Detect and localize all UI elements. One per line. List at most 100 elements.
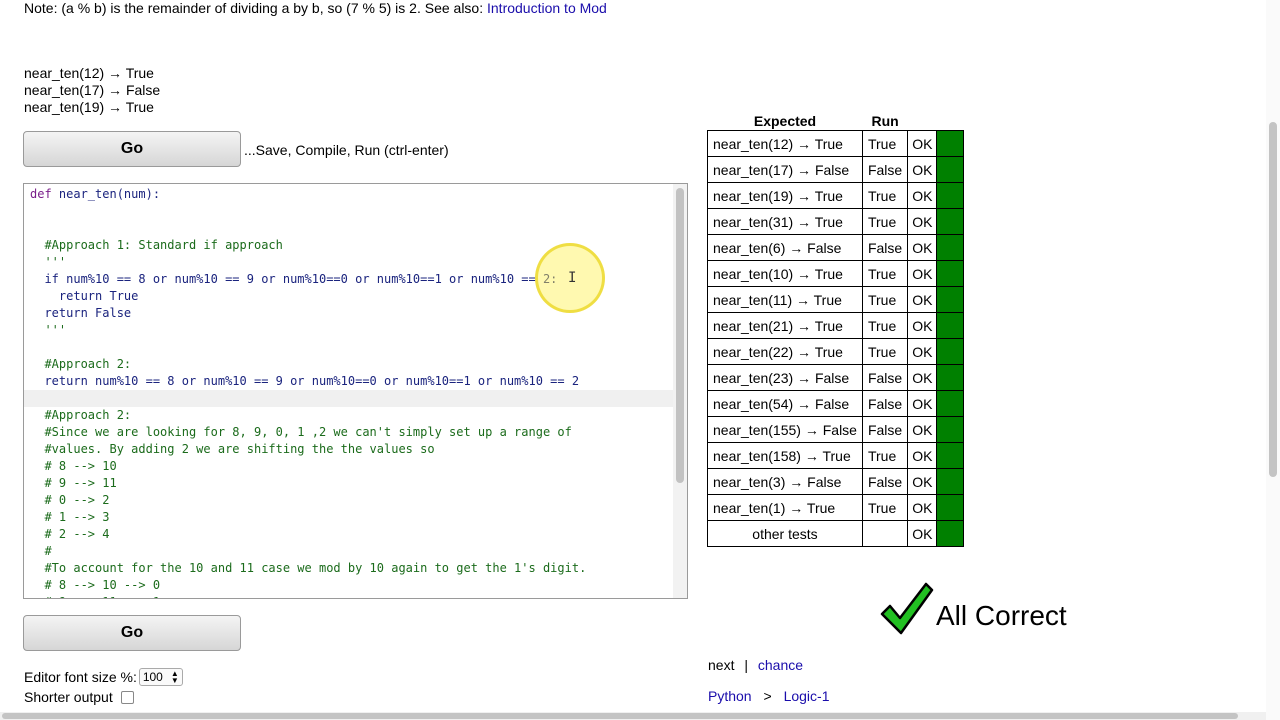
code-line[interactable]: # 0 --> 2 (30, 492, 673, 509)
result-row: near_ten(3) → False False OK (707, 468, 965, 495)
expected-cell: near_ten(6) → False (707, 234, 863, 261)
run-cell: True (861, 130, 909, 157)
code-line[interactable]: #values. By adding 2 we are shifting the… (30, 441, 673, 458)
code-token: #Approach 1: Standard if approach (30, 238, 283, 252)
status-header (908, 112, 937, 131)
code-token: # 1 --> 3 (30, 510, 110, 524)
pass-indicator (936, 364, 965, 391)
font-size-label: Editor font size %: (24, 669, 137, 685)
status-cell: OK (907, 260, 938, 287)
pass-indicator (936, 520, 965, 547)
code-token: if num%10 == 8 or num%10 == 9 or num%10=… (30, 272, 558, 286)
pass-indicator (936, 312, 965, 339)
expected-cell: near_ten(31) → True (707, 208, 863, 235)
go-button-bottom[interactable]: Go (23, 615, 241, 651)
page-scrollbar[interactable] (1266, 0, 1280, 720)
code-editor[interactable]: def near_ten(num): #Approach 1: Standard… (23, 183, 688, 599)
code-line[interactable]: #Approach 2: (30, 356, 673, 373)
expected-cell: near_ten(1) → True (707, 494, 863, 521)
results-header-row: Expected Run (708, 112, 964, 131)
font-size-value: 100 (142, 670, 163, 684)
pass-indicator (936, 182, 965, 209)
expected-cell: near_ten(54) → False (707, 390, 863, 417)
code-line[interactable]: # 9 --> 11 (30, 475, 673, 492)
code-token: # 9 --> 11 (30, 476, 117, 490)
code-line[interactable] (30, 203, 673, 220)
code-line[interactable]: # 8 --> 10 (30, 458, 673, 475)
status-cell: OK (907, 234, 938, 261)
breadcrumb-python[interactable]: Python (708, 688, 752, 704)
pass-indicator (936, 494, 965, 521)
pass-indicator (936, 130, 965, 157)
code-line[interactable]: #To account for the 10 and 11 case we mo… (30, 560, 673, 577)
code-token: #Approach 2: (30, 357, 132, 371)
color-header (937, 112, 964, 131)
result-row: near_ten(10) → True True OK (707, 260, 965, 287)
intro-to-mod-link[interactable]: Introduction to Mod (487, 0, 607, 16)
code-token: #Since we are looking for 8, 9, 0, 1 ,2 … (30, 425, 572, 439)
breadcrumb-logic-1[interactable]: Logic-1 (784, 688, 830, 704)
result-row: other tests OK (707, 520, 965, 547)
code-line[interactable]: # 2 --> 4 (30, 526, 673, 543)
code-token: return False (30, 306, 132, 320)
run-cell: True (861, 494, 909, 521)
code-line[interactable]: def near_ten(num): (30, 186, 673, 203)
result-row: near_ten(31) → True True OK (707, 208, 965, 235)
chance-link[interactable]: chance (758, 657, 803, 673)
green-checkmark-icon (880, 582, 934, 635)
status-cell: OK (907, 286, 938, 313)
go-button[interactable]: Go (23, 131, 241, 167)
run-cell: False (861, 390, 909, 417)
code-line[interactable]: # 8 --> 10 --> 0 (30, 577, 673, 594)
expected-cell: near_ten(155) → False (707, 416, 863, 443)
editor-scrollbar-thumb[interactable] (676, 188, 684, 483)
next-link[interactable]: next (708, 657, 734, 673)
code-line[interactable]: # 9 --> 11 --> 1 (30, 594, 673, 598)
run-cell: True (861, 260, 909, 287)
code-token: ''' (30, 255, 67, 269)
horizontal-scrollbar-thumb[interactable] (2, 713, 1238, 719)
result-row: near_ten(11) → True True OK (707, 286, 965, 313)
horizontal-scrollbar[interactable] (0, 712, 1266, 720)
code-line[interactable] (24, 390, 673, 407)
code-token: #values. By adding 2 we are shifting the… (30, 442, 435, 456)
editor-scrollbar[interactable] (673, 184, 687, 598)
pass-indicator (936, 260, 965, 287)
expected-cell: near_ten(12) → True (707, 130, 863, 157)
pass-indicator (936, 156, 965, 183)
code-line[interactable]: #Approach 2: (30, 407, 673, 424)
pass-indicator (936, 442, 965, 469)
code-line[interactable]: # (30, 543, 673, 560)
pass-indicator (936, 468, 965, 495)
expected-cell: near_ten(23) → False (707, 364, 863, 391)
run-cell: True (861, 208, 909, 235)
result-row: near_ten(23) → False False OK (707, 364, 965, 391)
run-cell: False (861, 416, 909, 443)
code-line[interactable]: return num%10 == 8 or num%10 == 9 or num… (30, 373, 673, 390)
run-cell (861, 520, 909, 547)
code-line[interactable] (30, 220, 673, 237)
font-size-select[interactable]: 100 ▲ ▼ (138, 668, 183, 686)
run-cell: True (861, 182, 909, 209)
code-line[interactable]: # 1 --> 3 (30, 509, 673, 526)
pass-indicator (936, 234, 965, 261)
run-cell: True (861, 338, 909, 365)
code-token: def (30, 187, 52, 201)
all-correct-banner: All Correct (880, 580, 1067, 636)
expected-cell: near_ten(158) → True (707, 442, 863, 469)
result-row: near_ten(6) → False False OK (707, 234, 965, 261)
result-row: near_ten(155) → False False OK (707, 416, 965, 443)
code-line[interactable]: #Since we are looking for 8, 9, 0, 1 ,2 … (30, 424, 673, 441)
expected-cell: near_ten(10) → True (707, 260, 863, 287)
run-cell: False (861, 364, 909, 391)
result-row: near_ten(54) → False False OK (707, 390, 965, 417)
shorter-output-checkbox[interactable] (120, 690, 134, 704)
code-line[interactable] (30, 339, 673, 356)
text-cursor-icon: I (568, 270, 577, 286)
code-line[interactable]: ''' (30, 322, 673, 339)
page-scrollbar-thumb[interactable] (1269, 122, 1277, 477)
nav-separator: | (744, 657, 748, 673)
code-token: # 9 --> 11 --> 1 (30, 595, 160, 598)
results-table: Expected Run near_ten(12) → True True OK ne… (707, 112, 965, 547)
status-cell: OK (907, 364, 938, 391)
